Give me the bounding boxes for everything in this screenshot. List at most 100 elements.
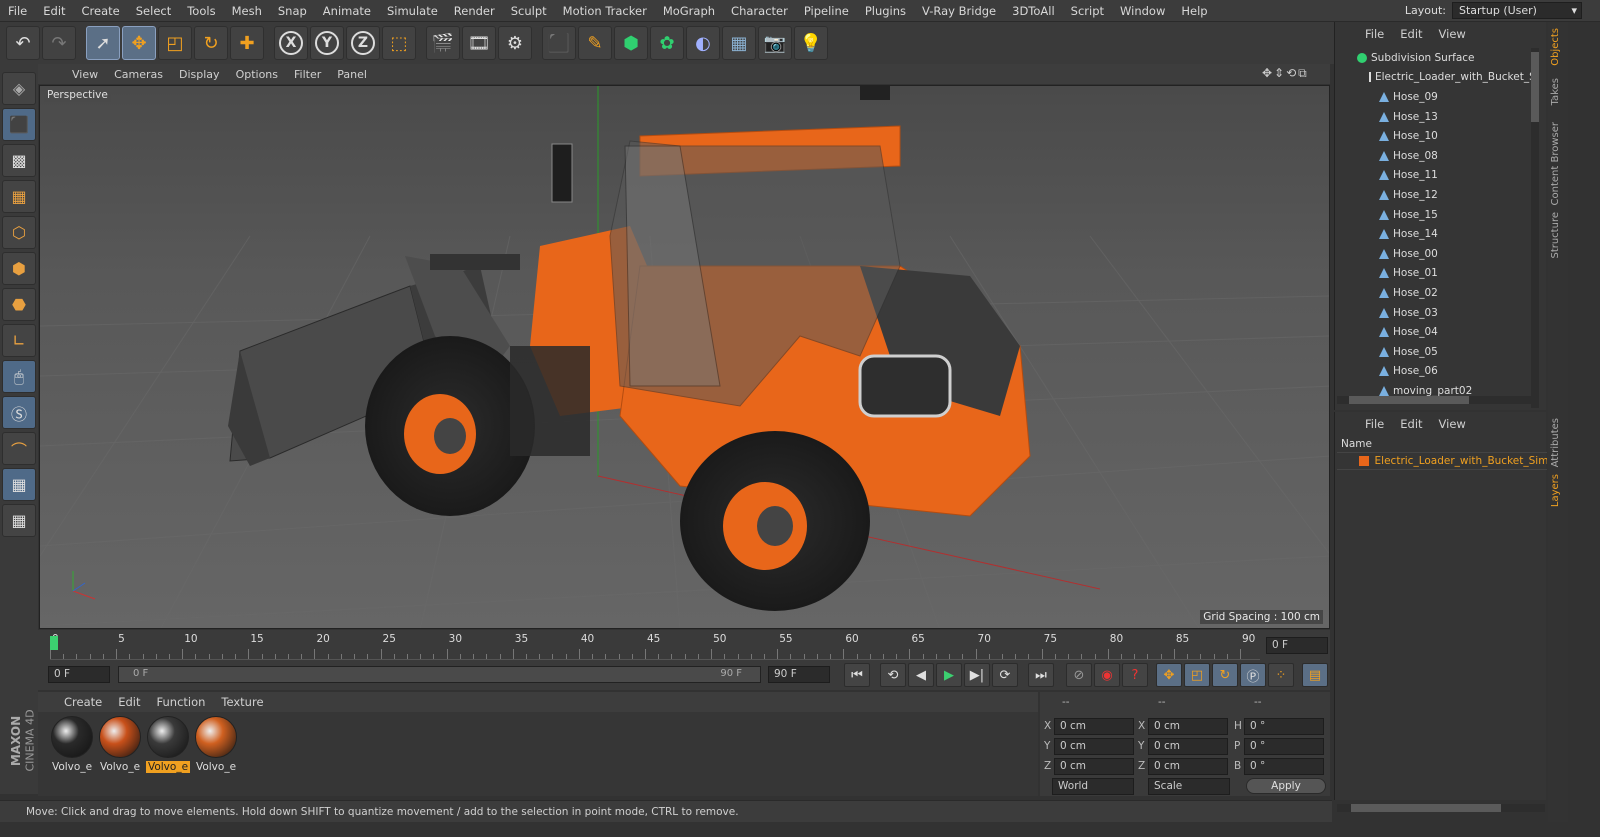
object-list-hscroll[interactable] bbox=[1337, 396, 1531, 404]
end-frame-field[interactable]: 90 F bbox=[768, 666, 830, 683]
object-row[interactable]: Hose_14 bbox=[1337, 224, 1533, 244]
next-key-icon[interactable]: ⟳ bbox=[992, 663, 1018, 687]
coord-field-y[interactable]: 0 cm bbox=[1148, 738, 1228, 755]
material-menu-texture[interactable]: Texture bbox=[213, 695, 271, 709]
menu-item-character[interactable]: Character bbox=[723, 4, 796, 18]
coord-field-z[interactable]: 0 cm bbox=[1148, 758, 1228, 775]
light-icon[interactable]: 💡 bbox=[794, 26, 828, 60]
object-row[interactable]: Hose_12 bbox=[1337, 185, 1533, 205]
menu-item-sculpt[interactable]: Sculpt bbox=[503, 4, 555, 18]
object-row[interactable]: Hose_10 bbox=[1337, 126, 1533, 146]
layout-select[interactable]: Startup (User) bbox=[1452, 2, 1582, 19]
object-menu-view[interactable]: View bbox=[1431, 27, 1474, 41]
coord-field-b[interactable]: 0 ° bbox=[1244, 758, 1324, 775]
viewport-menu-view[interactable]: View bbox=[64, 68, 106, 81]
menu-item-create[interactable]: Create bbox=[74, 4, 128, 18]
right-tab-content-browser[interactable]: Content Browser bbox=[1550, 122, 1561, 205]
pen-spline-icon[interactable]: ✎ bbox=[578, 26, 612, 60]
layer-menu-view[interactable]: View bbox=[1431, 417, 1474, 431]
timeline-playhead[interactable] bbox=[50, 636, 58, 650]
deformer-icon[interactable]: ◐ bbox=[686, 26, 720, 60]
scale-icon[interactable]: ◰ bbox=[158, 26, 192, 60]
next-frame-icon[interactable]: ▶| bbox=[964, 663, 990, 687]
model-mode-icon[interactable]: ⬛ bbox=[2, 108, 36, 141]
menu-item-3dtoall[interactable]: 3DToAll bbox=[1004, 4, 1063, 18]
redo-icon[interactable]: ↷ bbox=[42, 26, 76, 60]
coord-scale-select[interactable]: Scale bbox=[1148, 778, 1230, 795]
snap-icon[interactable]: Ⓢ bbox=[2, 396, 36, 429]
menu-item-plugins[interactable]: Plugins bbox=[857, 4, 914, 18]
object-row[interactable]: Hose_03 bbox=[1337, 303, 1533, 323]
material-swatch[interactable]: Volvo_e bbox=[194, 716, 238, 774]
menu-item-edit[interactable]: Edit bbox=[35, 4, 73, 18]
x-axis-icon[interactable]: X bbox=[274, 26, 308, 60]
viewport-menu-display[interactable]: Display bbox=[171, 68, 228, 81]
right-tab-layers[interactable]: Layers bbox=[1550, 474, 1561, 507]
camera-icon[interactable]: 📷 bbox=[758, 26, 792, 60]
right-tab-structure[interactable]: Structure bbox=[1550, 212, 1561, 259]
object-row-group[interactable]: Electric_Loader_with_Bucket_S bbox=[1337, 68, 1533, 88]
layer-row[interactable]: Electric_Loader_with_Bucket_Simp bbox=[1337, 452, 1547, 470]
key-points-icon[interactable]: ⁘ bbox=[1268, 663, 1294, 687]
apply-button[interactable]: Apply bbox=[1246, 778, 1326, 794]
array-icon[interactable]: ✿ bbox=[650, 26, 684, 60]
coord-field-z[interactable]: 0 cm bbox=[1054, 758, 1134, 775]
right-tab-takes[interactable]: Takes bbox=[1550, 78, 1561, 105]
object-row[interactable]: Hose_04 bbox=[1337, 322, 1533, 342]
render-settings-icon[interactable]: ⚙ bbox=[498, 26, 532, 60]
menu-item-window[interactable]: Window bbox=[1112, 4, 1173, 18]
menu-item-tools[interactable]: Tools bbox=[179, 4, 223, 18]
keyframe-selection-icon[interactable]: ? bbox=[1122, 663, 1148, 687]
undo-icon[interactable]: ↶ bbox=[6, 26, 40, 60]
autokey-icon[interactable]: ◉ bbox=[1094, 663, 1120, 687]
coord-space-select[interactable]: World bbox=[1052, 778, 1134, 795]
render-picture-viewer-icon[interactable]: 🎞 bbox=[462, 26, 496, 60]
viewport-menu-panel[interactable]: Panel bbox=[329, 68, 375, 81]
object-row[interactable]: Hose_02 bbox=[1337, 283, 1533, 303]
axis-mode-icon[interactable]: ∟ bbox=[2, 324, 36, 357]
coord-system-icon[interactable]: ⬚ bbox=[382, 26, 416, 60]
material-swatch[interactable]: Volvo_e bbox=[50, 716, 94, 774]
menu-item-select[interactable]: Select bbox=[128, 4, 179, 18]
material-swatch[interactable]: Volvo_e bbox=[98, 716, 142, 774]
object-row[interactable]: Hose_15 bbox=[1337, 205, 1533, 225]
object-row[interactable]: Hose_13 bbox=[1337, 107, 1533, 127]
menu-item-mograph[interactable]: MoGraph bbox=[655, 4, 723, 18]
viewport-perspective[interactable]: Perspective Grid Spacing : 100 cm bbox=[39, 85, 1330, 629]
go-to-end-icon[interactable]: ⏭ bbox=[1028, 663, 1054, 687]
viewport-menu-cameras[interactable]: Cameras bbox=[106, 68, 171, 81]
coord-field-p[interactable]: 0 ° bbox=[1244, 738, 1324, 755]
coord-field-x[interactable]: 0 cm bbox=[1148, 718, 1228, 735]
rotate-icon[interactable]: ↻ bbox=[194, 26, 228, 60]
menu-item-render[interactable]: Render bbox=[446, 4, 503, 18]
object-row[interactable]: Hose_06 bbox=[1337, 362, 1533, 382]
menu-item-help[interactable]: Help bbox=[1173, 4, 1215, 18]
prev-key-icon[interactable]: ⟲ bbox=[880, 663, 906, 687]
timeline-window-icon[interactable]: ▤ bbox=[1302, 663, 1328, 687]
key-scale-icon[interactable]: ◰ bbox=[1184, 663, 1210, 687]
object-list-scrollbar[interactable] bbox=[1531, 48, 1539, 408]
menu-item-mesh[interactable]: Mesh bbox=[224, 4, 270, 18]
coord-field-x[interactable]: 0 cm bbox=[1054, 718, 1134, 735]
object-menu-file[interactable]: File bbox=[1357, 27, 1392, 41]
menu-item-v-ray-bridge[interactable]: V-Ray Bridge bbox=[914, 4, 1004, 18]
magnet-icon[interactable]: ⌒ bbox=[2, 432, 36, 465]
coord-field-y[interactable]: 0 cm bbox=[1054, 738, 1134, 755]
play-icon[interactable]: ▶ bbox=[936, 663, 962, 687]
menu-item-pipeline[interactable]: Pipeline bbox=[796, 4, 857, 18]
prev-frame-icon[interactable]: ◀ bbox=[908, 663, 934, 687]
select-cursor-icon[interactable]: ➚ bbox=[86, 26, 120, 60]
viewport-menu-options[interactable]: Options bbox=[228, 68, 286, 81]
object-row[interactable]: Hose_11 bbox=[1337, 166, 1533, 186]
start-frame-field[interactable]: 0 F bbox=[48, 666, 110, 683]
move-icon[interactable]: ✥ bbox=[122, 26, 156, 60]
frame-range-slider[interactable]: 0 F 90 F bbox=[118, 666, 761, 683]
z-axis-icon[interactable]: Z bbox=[346, 26, 380, 60]
object-row[interactable]: Hose_09 bbox=[1337, 87, 1533, 107]
texture-mode-icon[interactable]: ▩ bbox=[2, 144, 36, 177]
menu-item-simulate[interactable]: Simulate bbox=[379, 4, 446, 18]
menu-item-snap[interactable]: Snap bbox=[270, 4, 315, 18]
coord-field-h[interactable]: 0 ° bbox=[1244, 718, 1324, 735]
object-row[interactable]: Hose_05 bbox=[1337, 342, 1533, 362]
edges-mode-icon[interactable]: ⬢ bbox=[2, 252, 36, 285]
